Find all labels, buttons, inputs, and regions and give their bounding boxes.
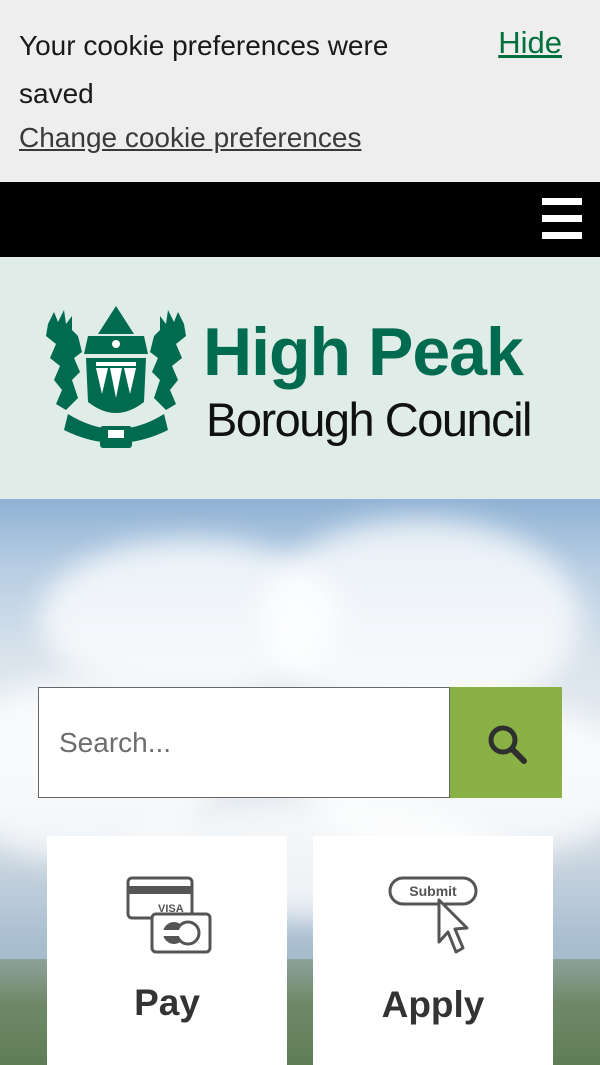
change-cookie-preferences-link[interactable]: Change cookie preferences [19, 118, 361, 158]
coat-of-arms-icon [46, 306, 186, 448]
search-input[interactable] [39, 688, 449, 797]
search-button[interactable] [450, 687, 562, 798]
submit-cursor-icon: Submit [388, 876, 478, 954]
svg-text:Submit: Submit [409, 883, 457, 899]
apply-tile-label: Apply [381, 984, 485, 1025]
pay-tile[interactable]: VISA Pay [47, 836, 287, 1065]
cookie-banner: Your cookie preferences were saved Hide … [0, 0, 600, 182]
cookie-message: Your cookie preferences were saved [19, 30, 389, 109]
pay-tile-label: Pay [134, 982, 200, 1023]
nav-bar [0, 182, 600, 257]
search-field-container [38, 687, 450, 798]
search-icon [488, 725, 527, 764]
apply-tile[interactable]: Submit Apply [313, 836, 553, 1065]
logo-title: High Peak [203, 314, 524, 390]
payment-cards-icon: VISA [126, 876, 212, 954]
hamburger-menu-icon[interactable] [542, 198, 582, 240]
cookie-hide-link[interactable]: Hide [498, 22, 562, 64]
logo-subtitle: Borough Council [206, 393, 533, 446]
